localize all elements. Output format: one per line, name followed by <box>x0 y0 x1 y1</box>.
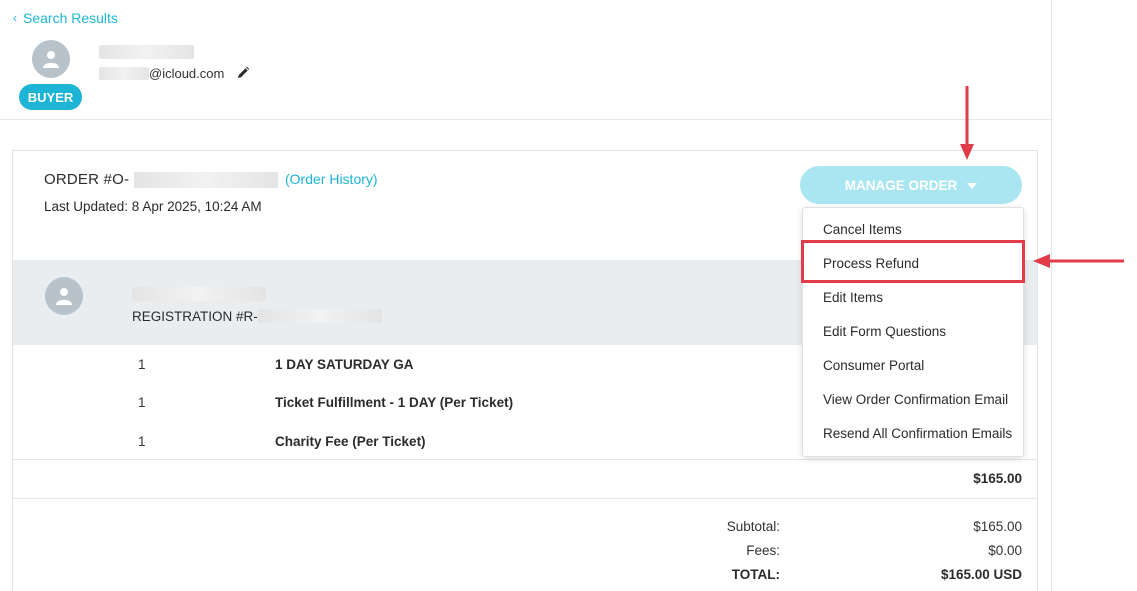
manage-order-menu: Cancel Items Process Refund Edit Items E… <box>802 207 1024 457</box>
fees-label: Fees: <box>746 543 780 558</box>
attendee-name-redacted <box>132 287 266 301</box>
registration-number-label: REGISTRATION #R- <box>132 309 258 324</box>
line-item-name: 1 DAY SATURDAY GA <box>275 357 414 372</box>
subtotal-label: Subtotal: <box>726 519 780 534</box>
order-history-link[interactable]: (Order History) <box>285 171 378 187</box>
menu-item-process-refund[interactable]: Process Refund <box>823 256 919 271</box>
chevron-left-icon: ‹ <box>13 11 17 25</box>
caret-down-icon <box>967 183 978 189</box>
buyer-avatar-icon <box>32 40 70 78</box>
order-title: ORDER #O- <box>44 171 130 188</box>
back-link-label: Search Results <box>23 10 118 26</box>
menu-item-edit-form-questions[interactable]: Edit Form Questions <box>823 324 946 339</box>
menu-item-resend-confirmation-emails[interactable]: Resend All Confirmation Emails <box>823 426 1012 441</box>
pencil-icon[interactable] <box>236 66 250 80</box>
total-value: $165.00 USD <box>940 567 1022 582</box>
manage-order-button[interactable]: MANAGE ORDER <box>800 166 1022 204</box>
registration-number-redacted <box>258 309 382 323</box>
items-divider <box>13 459 1037 460</box>
buyer-role-badge: BUYER <box>19 84 82 110</box>
header-divider <box>0 119 1052 120</box>
line-item-qty: 1 <box>138 434 146 449</box>
buyer-email-user-redacted <box>99 67 149 80</box>
menu-item-cancel-items[interactable]: Cancel Items <box>823 222 902 237</box>
total-label: TOTAL: <box>731 567 780 582</box>
line-item-name: Ticket Fulfillment - 1 DAY (Per Ticket) <box>275 395 514 410</box>
menu-item-consumer-portal[interactable]: Consumer Portal <box>823 358 924 373</box>
fees-value: $0.00 <box>988 543 1022 558</box>
subtotal-value: $165.00 <box>973 519 1022 534</box>
buyer-email-domain: @icloud.com <box>149 66 225 81</box>
attendee-avatar-icon <box>45 277 83 315</box>
line-item-qty: 1 <box>138 357 146 372</box>
menu-item-edit-items[interactable]: Edit Items <box>823 290 883 305</box>
line-item-name: Charity Fee (Per Ticket) <box>275 434 426 449</box>
registration-items-total: $165.00 <box>973 471 1022 486</box>
buyer-name-redacted <box>99 45 194 59</box>
order-number-redacted <box>134 172 278 188</box>
back-to-search-results-link[interactable]: ‹ Search Results <box>13 10 118 26</box>
line-item-qty: 1 <box>138 395 146 410</box>
totals-divider <box>13 498 1037 499</box>
menu-item-view-confirmation-email[interactable]: View Order Confirmation Email <box>823 392 1008 407</box>
manage-order-label: MANAGE ORDER <box>844 177 958 193</box>
order-last-updated: Last Updated: 8 Apr 2025, 10:24 AM <box>44 199 262 214</box>
